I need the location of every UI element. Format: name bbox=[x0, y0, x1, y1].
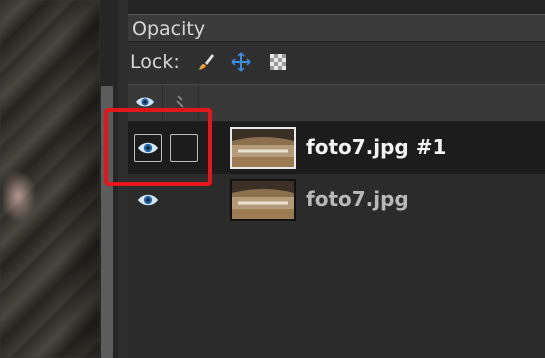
opacity-label: Opacity bbox=[132, 18, 206, 40]
checkerboard-alpha-icon[interactable] bbox=[268, 52, 288, 72]
paintbrush-icon[interactable] bbox=[196, 52, 216, 72]
panel-top-strip bbox=[128, 0, 545, 14]
lock-label: Lock: bbox=[130, 51, 180, 73]
image-thumbnail bbox=[232, 181, 294, 219]
move-cross-icon[interactable] bbox=[231, 52, 251, 72]
highlight-annotation bbox=[104, 108, 212, 186]
layer-thumbnail[interactable] bbox=[230, 127, 296, 169]
eye-icon bbox=[136, 97, 154, 107]
layer-name[interactable]: foto7.jpg #1 bbox=[306, 135, 446, 159]
image-canvas[interactable] bbox=[0, 0, 100, 358]
layer-name[interactable]: foto7.jpg bbox=[306, 187, 409, 211]
image-thumbnail bbox=[232, 129, 294, 167]
opacity-row[interactable]: Opacity bbox=[128, 14, 545, 42]
eye-icon[interactable] bbox=[137, 192, 159, 208]
lock-row: Lock: bbox=[128, 42, 545, 82]
layer-thumbnail[interactable] bbox=[230, 179, 296, 221]
